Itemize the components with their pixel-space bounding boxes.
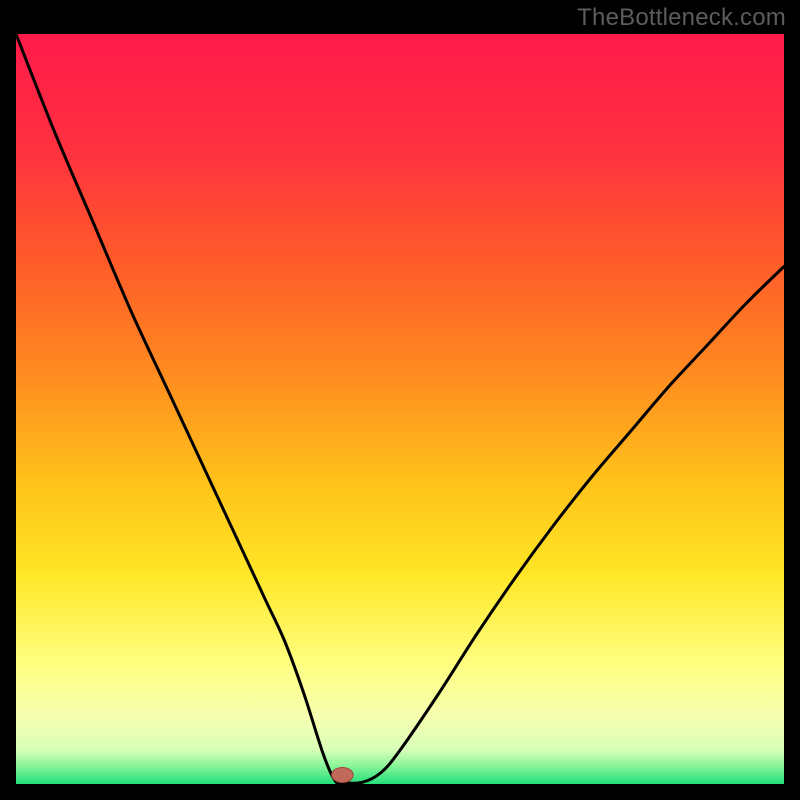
- bottleneck-chart: [0, 0, 800, 800]
- chart-container: TheBottleneck.com: [0, 0, 800, 800]
- optimum-marker: [332, 768, 354, 783]
- watermark-text: TheBottleneck.com: [577, 4, 786, 32]
- chart-background: [16, 34, 784, 784]
